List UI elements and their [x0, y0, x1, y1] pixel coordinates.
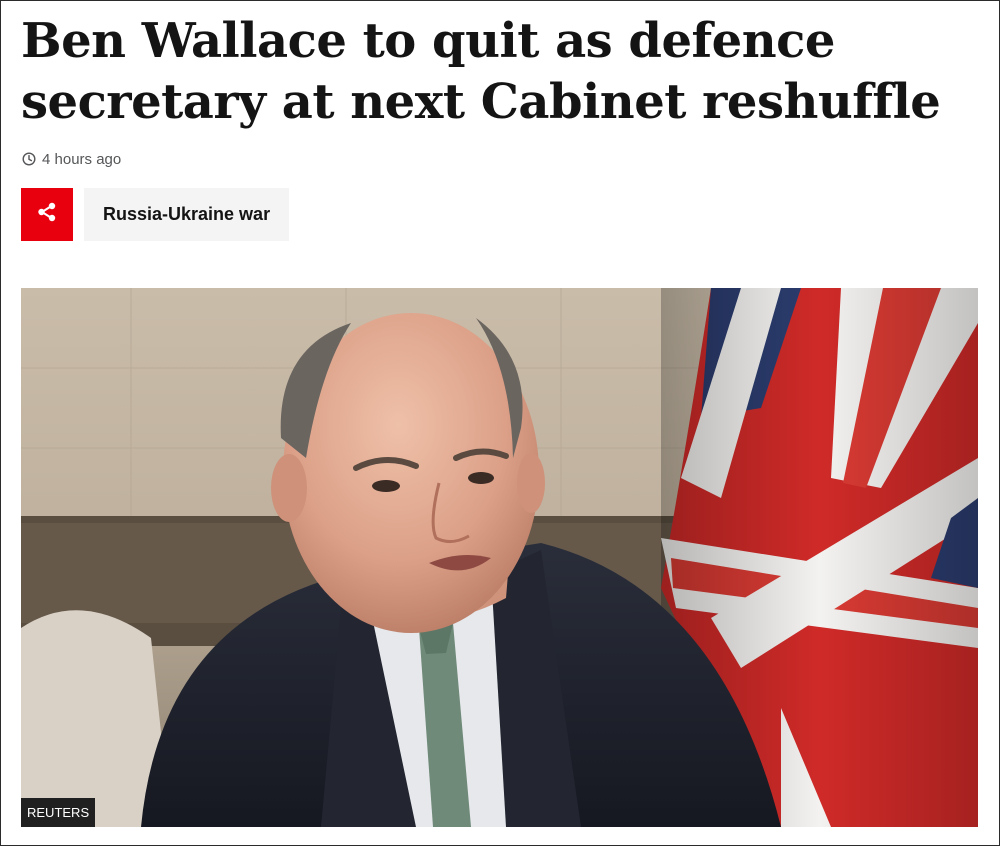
share-button[interactable] — [21, 188, 73, 241]
image-credit: REUTERS — [21, 798, 96, 827]
timestamp-text: 4 hours ago — [42, 150, 122, 168]
headline-line-2: secretary at next Cabinet reshuffle — [21, 74, 941, 130]
share-icon — [36, 201, 58, 228]
hero-image — [21, 288, 978, 827]
topic-tag-link[interactable]: Russia-Ukraine war — [84, 188, 290, 241]
article-page: Ben Wallace to quit as defence secretary… — [0, 0, 1000, 846]
headline-line-1: Ben Wallace to quit as defence — [21, 13, 835, 69]
article-timestamp: 4 hours ago — [22, 149, 121, 169]
article-headline: Ben Wallace to quit as defence secretary… — [21, 11, 981, 133]
clock-icon — [22, 152, 36, 166]
